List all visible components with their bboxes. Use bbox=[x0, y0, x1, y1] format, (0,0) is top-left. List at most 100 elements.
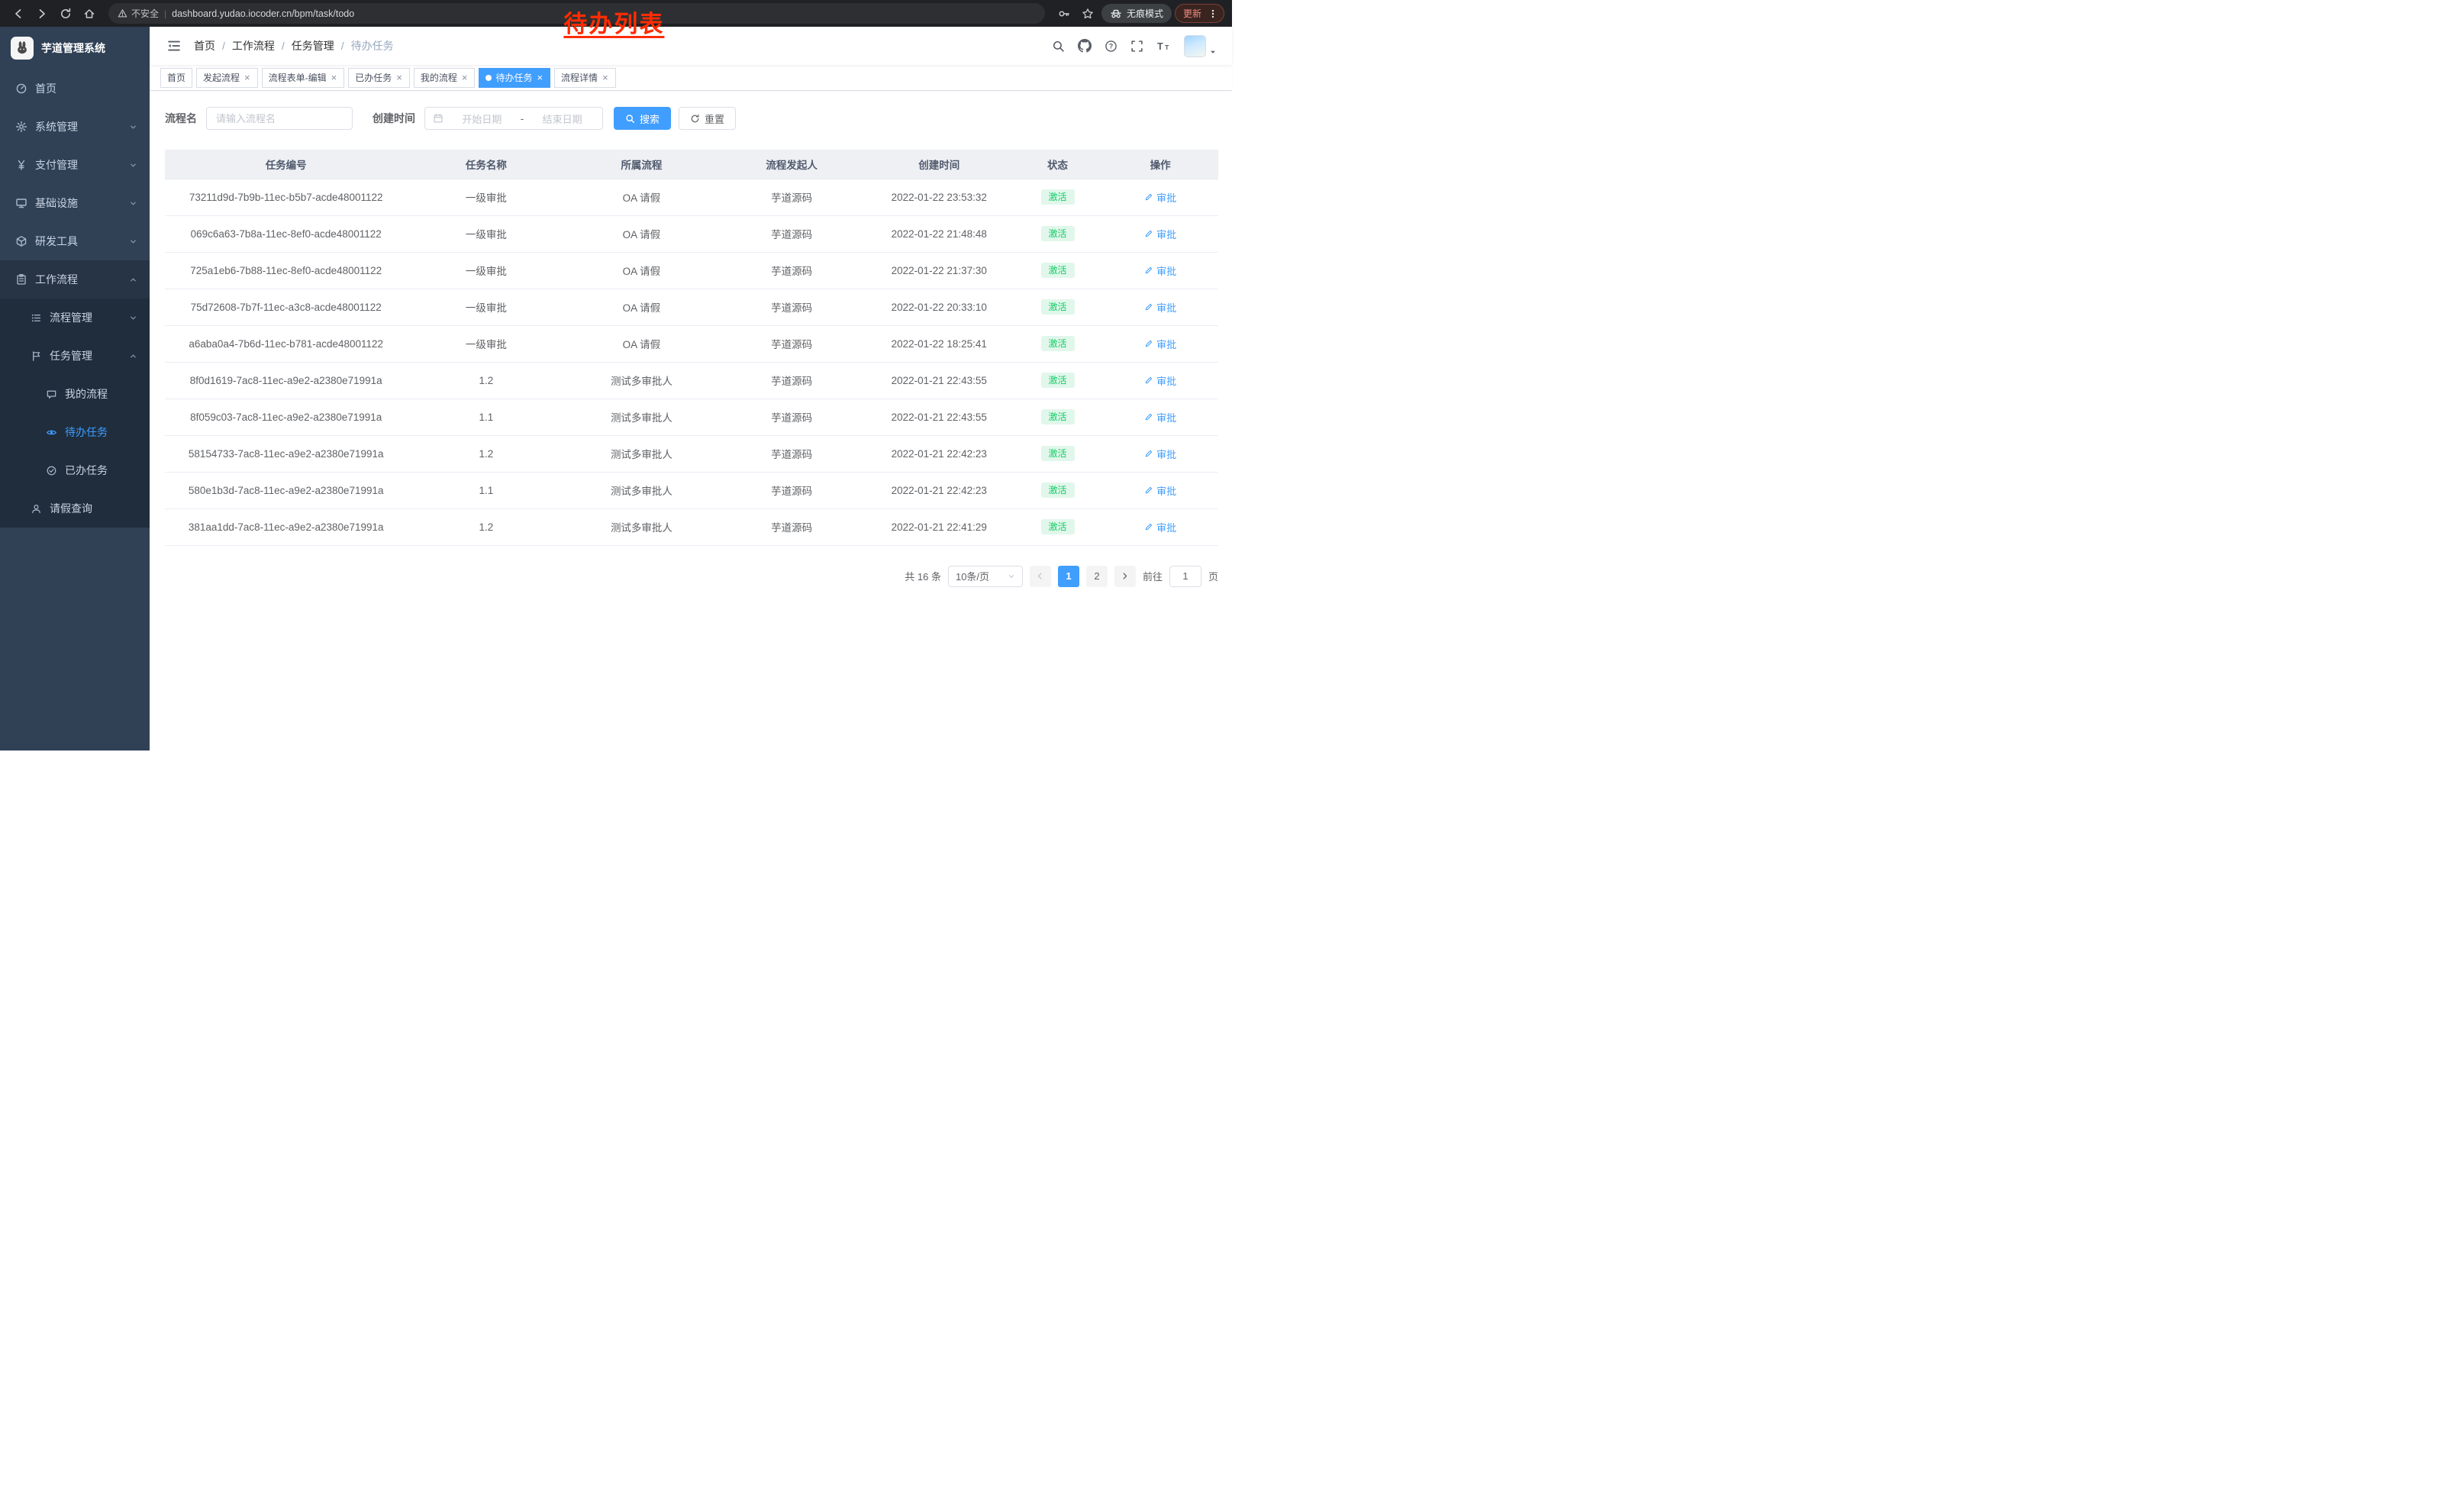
close-icon[interactable]: × bbox=[601, 73, 609, 82]
breadcrumb-separator: / bbox=[341, 40, 344, 52]
approve-link[interactable]: 审批 bbox=[1144, 263, 1176, 278]
sidebar-collapse-button[interactable] bbox=[160, 38, 188, 53]
close-icon[interactable]: × bbox=[536, 73, 543, 82]
prev-page-button[interactable] bbox=[1030, 566, 1051, 587]
fullscreen-button[interactable] bbox=[1130, 40, 1143, 53]
approve-link[interactable]: 审批 bbox=[1144, 483, 1176, 498]
tab-my-processes[interactable]: 我的流程 × bbox=[414, 68, 476, 88]
breadcrumb-task-management[interactable]: 任务管理 bbox=[292, 38, 334, 53]
help-button[interactable]: ? bbox=[1105, 40, 1118, 53]
sidebar-item-process-management[interactable]: 流程管理 bbox=[0, 299, 150, 337]
edit-icon bbox=[1144, 192, 1153, 202]
page-size-select[interactable]: 10条/页 bbox=[948, 566, 1023, 587]
cell-create-time: 2022-01-22 23:53:32 bbox=[866, 179, 1013, 215]
column-process: 所属流程 bbox=[565, 150, 718, 179]
approve-link[interactable]: 审批 bbox=[1144, 520, 1176, 534]
sidebar-item-done-tasks[interactable]: 已办任务 bbox=[0, 451, 150, 489]
sidebar-item-label: 系统管理 bbox=[35, 119, 78, 134]
close-icon[interactable]: × bbox=[395, 73, 403, 82]
tab-start-process[interactable]: 发起流程 × bbox=[196, 68, 258, 88]
date-range-picker[interactable]: 开始日期 - 结束日期 bbox=[424, 107, 603, 130]
process-name-input[interactable] bbox=[206, 107, 353, 130]
approve-link[interactable]: 审批 bbox=[1144, 373, 1176, 388]
goto-page-input[interactable] bbox=[1169, 566, 1201, 587]
sidebar-item-infrastructure[interactable]: 基础设施 bbox=[0, 184, 150, 222]
update-label: 更新 bbox=[1183, 7, 1201, 20]
close-icon[interactable]: × bbox=[331, 73, 338, 82]
cell-starter: 芋道源码 bbox=[718, 179, 865, 215]
sidebar-item-todo-tasks[interactable]: 待办任务 bbox=[0, 413, 150, 451]
header-search-button[interactable] bbox=[1052, 40, 1065, 53]
bookmark-star-button[interactable] bbox=[1078, 3, 1098, 24]
cell-status: 激活 bbox=[1013, 215, 1102, 252]
reset-button[interactable]: 重置 bbox=[679, 107, 736, 130]
cell-actions: 审批 bbox=[1102, 362, 1218, 399]
approve-link[interactable]: 审批 bbox=[1144, 410, 1176, 424]
status-badge: 激活 bbox=[1041, 483, 1075, 498]
approve-link[interactable]: 审批 bbox=[1144, 190, 1176, 205]
main-area: 首页 / 工作流程 / 任务管理 / 待办任务 ? bbox=[150, 27, 1232, 750]
approve-link[interactable]: 审批 bbox=[1144, 447, 1176, 461]
home-button[interactable] bbox=[79, 3, 99, 24]
app-logo[interactable]: 芋道管理系统 bbox=[0, 27, 150, 69]
table-row: 73211d9d-7b9b-11ec-b5b7-acde48001122 一级审… bbox=[165, 179, 1218, 215]
caret-down-icon bbox=[1209, 48, 1217, 56]
reload-button[interactable] bbox=[55, 3, 76, 24]
tab-process-detail[interactable]: 流程详情 × bbox=[554, 68, 616, 88]
edit-icon bbox=[1144, 376, 1153, 385]
sidebar-item-task-management[interactable]: 任务管理 bbox=[0, 337, 150, 375]
chevron-down-icon bbox=[129, 161, 137, 169]
close-icon[interactable]: × bbox=[243, 73, 251, 82]
cell-task-id: 069c6a63-7b8a-11ec-8ef0-acde48001122 bbox=[165, 215, 407, 252]
navbar-actions: ? TT bbox=[1052, 35, 1217, 57]
user-menu[interactable] bbox=[1184, 35, 1217, 57]
sidebar: 芋道管理系统 首页 系统管理 支付管理 基础设施 研发工具 bbox=[0, 27, 150, 750]
cell-status: 激活 bbox=[1013, 399, 1102, 435]
breadcrumb-home[interactable]: 首页 bbox=[194, 38, 215, 53]
cell-process: OA 请假 bbox=[565, 179, 718, 215]
tab-done-tasks[interactable]: 已办任务 × bbox=[348, 68, 410, 88]
page-button-1[interactable]: 1 bbox=[1058, 566, 1079, 587]
chrome-update-button[interactable]: 更新 bbox=[1175, 4, 1224, 23]
approve-link[interactable]: 审批 bbox=[1144, 227, 1176, 241]
cell-actions: 审批 bbox=[1102, 472, 1218, 508]
tab-todo-tasks[interactable]: 待办任务 × bbox=[479, 68, 550, 88]
svg-text:T: T bbox=[1165, 44, 1169, 51]
chat-icon bbox=[46, 389, 57, 400]
sidebar-item-dev-tools[interactable]: 研发工具 bbox=[0, 222, 150, 260]
password-key-button[interactable] bbox=[1054, 3, 1075, 24]
status-badge: 激活 bbox=[1041, 373, 1075, 388]
question-icon: ? bbox=[1105, 40, 1118, 53]
sidebar-item-home[interactable]: 首页 bbox=[0, 69, 150, 108]
sidebar-item-label: 请假查询 bbox=[50, 501, 92, 516]
tab-home[interactable]: 首页 bbox=[160, 68, 192, 88]
sidebar-item-label: 我的流程 bbox=[65, 386, 108, 402]
tab-process-form-edit[interactable]: 流程表单-编辑 × bbox=[262, 68, 345, 88]
next-page-button[interactable] bbox=[1114, 566, 1136, 587]
cell-starter: 芋道源码 bbox=[718, 252, 865, 289]
sidebar-item-my-processes[interactable]: 我的流程 bbox=[0, 375, 150, 413]
search-button[interactable]: 搜索 bbox=[614, 107, 671, 130]
github-link-button[interactable] bbox=[1078, 39, 1092, 53]
breadcrumb-workflow[interactable]: 工作流程 bbox=[232, 38, 275, 53]
cell-process: 测试多审批人 bbox=[565, 435, 718, 472]
status-badge: 激活 bbox=[1041, 446, 1075, 461]
sidebar-item-payment[interactable]: 支付管理 bbox=[0, 146, 150, 184]
page-button-2[interactable]: 2 bbox=[1086, 566, 1108, 587]
security-status[interactable]: 不安全 bbox=[118, 7, 159, 20]
sidebar-item-leave-query[interactable]: 请假查询 bbox=[0, 489, 150, 528]
font-size-button[interactable]: TT bbox=[1156, 40, 1171, 53]
approve-link[interactable]: 审批 bbox=[1144, 337, 1176, 351]
chevron-down-icon bbox=[129, 199, 137, 208]
incognito-label: 无痕模式 bbox=[1127, 7, 1163, 20]
column-create-time: 创建时间 bbox=[866, 150, 1013, 179]
browser-menu-button[interactable] bbox=[1205, 6, 1221, 21]
sidebar-item-workflow[interactable]: 工作流程 bbox=[0, 260, 150, 299]
back-button[interactable] bbox=[8, 3, 28, 24]
sidebar-item-system[interactable]: 系统管理 bbox=[0, 108, 150, 146]
forward-button[interactable] bbox=[31, 3, 52, 24]
status-badge: 激活 bbox=[1041, 336, 1075, 351]
column-actions: 操作 bbox=[1102, 150, 1218, 179]
close-icon[interactable]: × bbox=[461, 73, 469, 82]
approve-link[interactable]: 审批 bbox=[1144, 300, 1176, 315]
